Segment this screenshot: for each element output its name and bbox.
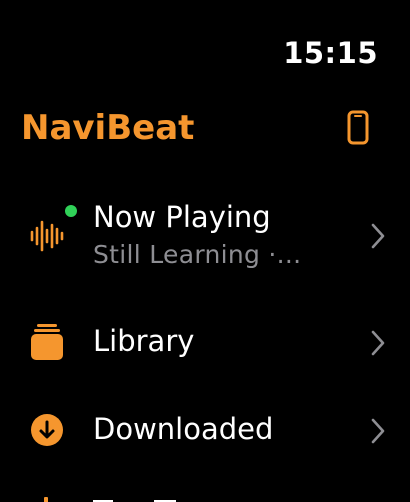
chevron-right-icon (370, 222, 386, 250)
app-title: NaviBeat (21, 108, 195, 148)
menu-item-label: Downloaded (93, 412, 274, 446)
iphone-icon[interactable] (344, 110, 372, 146)
chevron-right-icon (370, 329, 386, 357)
menu-item-label: Library (93, 324, 195, 358)
menu-item-now-playing[interactable]: Now Playing Still Learning ·... (0, 196, 410, 276)
waveform-icon (30, 218, 64, 254)
download-circle-icon (30, 413, 64, 447)
menu-item-label: Now Playing (93, 200, 271, 234)
partial-icon (30, 490, 64, 502)
menu-item-partial[interactable] (0, 490, 410, 502)
status-time: 15:15 (283, 36, 378, 70)
menu-item-downloaded[interactable]: Downloaded (0, 406, 410, 456)
menu-item-library[interactable]: Library (0, 318, 410, 368)
now-playing-live-dot (65, 205, 77, 217)
stack-icon (30, 322, 64, 362)
now-playing-subtitle: Still Learning ·... (93, 240, 302, 269)
chevron-right-icon (370, 417, 386, 445)
